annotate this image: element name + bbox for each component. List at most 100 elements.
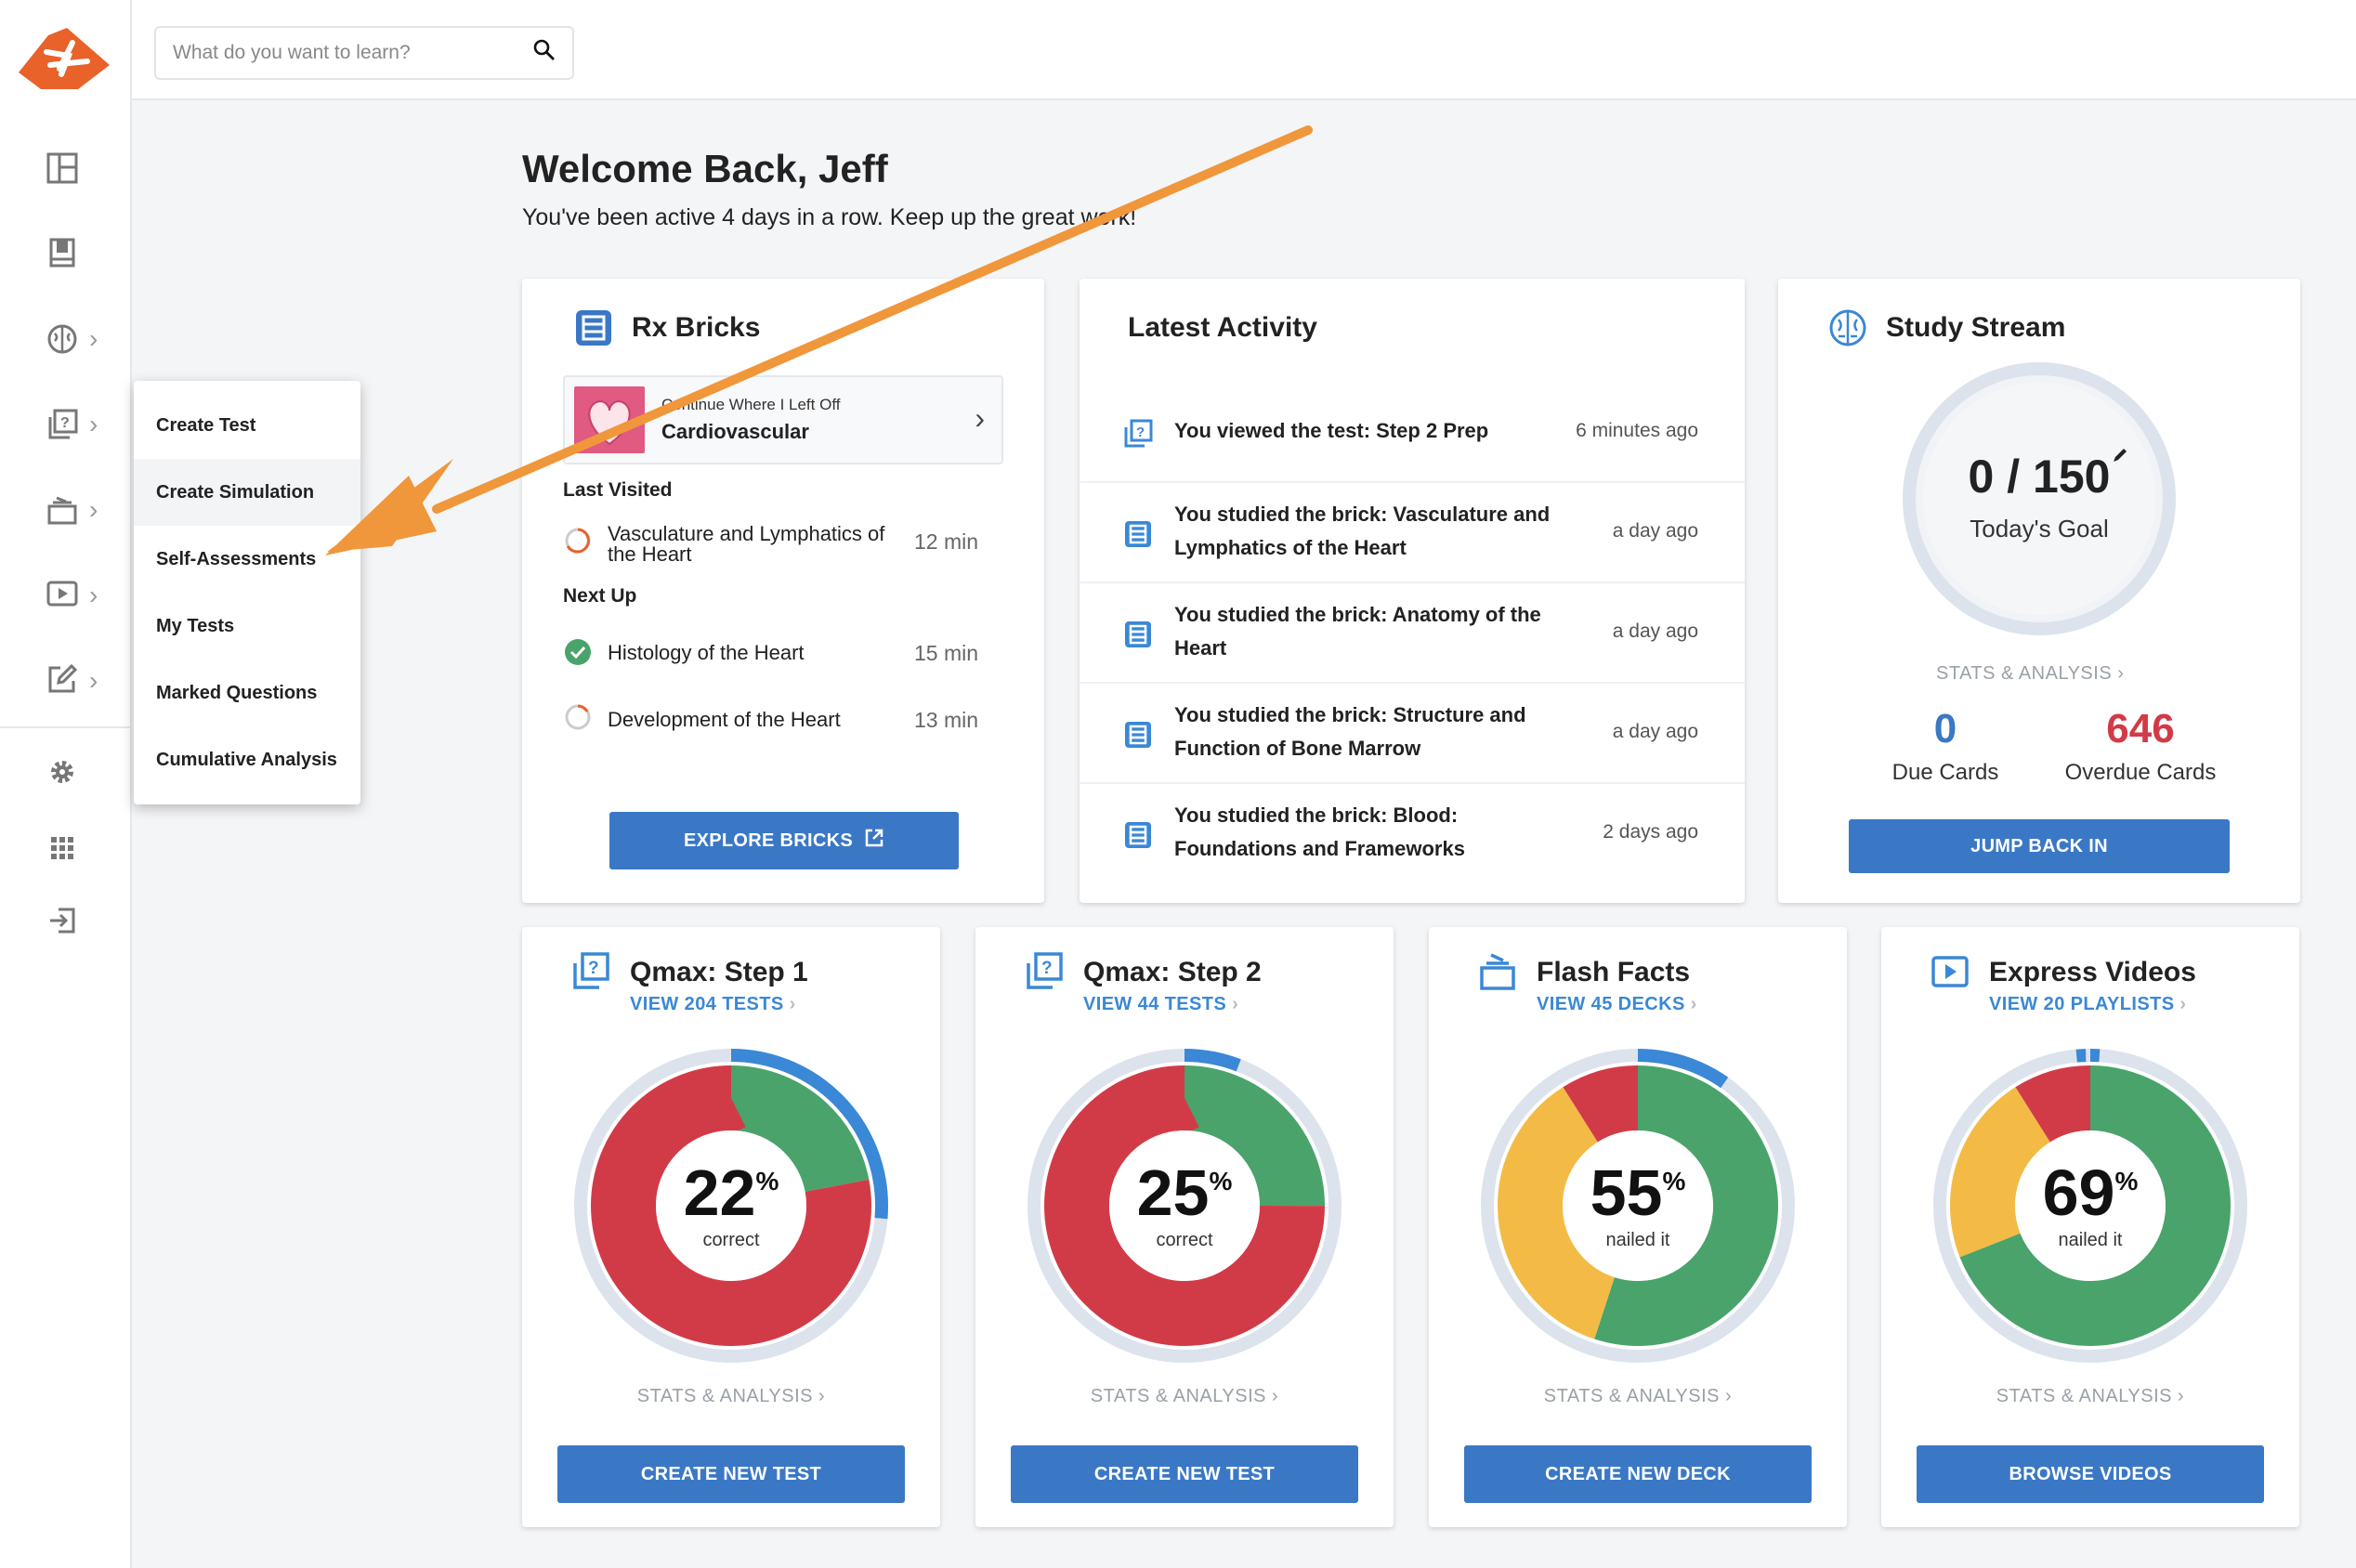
brain-icon[interactable] xyxy=(39,316,85,362)
flashcards-icon[interactable] xyxy=(39,487,85,533)
chevron-right-icon[interactable]: › xyxy=(89,411,108,438)
test-submenu: Create Test Create Simulation Self-Asses… xyxy=(134,381,360,804)
next-item[interactable]: Development of the Heart xyxy=(608,708,841,732)
due-cards-value: 0 xyxy=(1933,706,1957,751)
activity-row[interactable]: You studied the brick: Anatomy of the He… xyxy=(1080,583,1745,684)
next-item[interactable]: Histology of the Heart xyxy=(608,641,805,665)
percent-caption: correct xyxy=(1156,1230,1213,1250)
search-icon[interactable] xyxy=(533,39,556,67)
menu-item-marked-questions[interactable]: Marked Questions xyxy=(134,660,360,726)
percent-caption: nailed it xyxy=(1605,1230,1670,1250)
percent-number: 25 xyxy=(1136,1156,1210,1229)
dashboard-icon[interactable] xyxy=(39,145,85,191)
brick-icon xyxy=(572,307,615,354)
percent-sign: % xyxy=(755,1167,779,1196)
app-logo[interactable] xyxy=(13,19,115,93)
page-title: Welcome Back, Jeff xyxy=(522,147,888,190)
card-action-button[interactable]: CREATE NEW TEST xyxy=(557,1445,905,1503)
due-cards-label: Due Cards xyxy=(1891,760,1999,785)
card-action-button[interactable]: CREATE NEW TEST xyxy=(1011,1445,1358,1503)
chevron-right-icon: › xyxy=(975,401,985,435)
percent-value: 55% xyxy=(1429,1156,1847,1230)
percent-value: 22% xyxy=(522,1156,940,1230)
svg-text:?: ? xyxy=(1136,425,1145,440)
stat-card: ? Qmax: Step 2 VIEW 44 TESTS › 25% corre… xyxy=(975,927,1394,1527)
rx-bricks-card: Rx Bricks Continue Where I Left Off Card… xyxy=(522,279,1044,903)
stats-analysis-link[interactable]: STATS & ANALYSIS › xyxy=(522,1386,940,1407)
last-visited-item[interactable]: Vasculature and Lymphatics of the Heart xyxy=(608,524,905,565)
overdue-cards-value: 646 xyxy=(2106,706,2175,751)
activity-row[interactable]: You studied the brick: Blood: Foundation… xyxy=(1080,784,1745,884)
chevron-right-icon[interactable]: › xyxy=(89,667,108,695)
activity-row[interactable]: ? You viewed the test: Step 2 Prep 6 min… xyxy=(1080,383,1745,483)
chevron-right-icon: › xyxy=(1272,1386,1279,1406)
edit-icon[interactable] xyxy=(39,656,85,702)
next-time: 13 min xyxy=(914,708,979,732)
search-input[interactable]: What do you want to learn? xyxy=(154,26,574,80)
menu-item-create-simulation[interactable]: Create Simulation xyxy=(134,459,360,526)
card-action-button[interactable]: CREATE NEW DECK xyxy=(1464,1445,1812,1503)
activity-text: You studied the brick: Vasculature and L… xyxy=(1174,503,1551,559)
stat-card: Express Videos VIEW 20 PLAYLISTS › 69% n… xyxy=(1881,927,2299,1527)
pencil-icon[interactable] xyxy=(2111,446,2129,469)
goal-value: 0 / 150 xyxy=(1968,451,2111,503)
menu-item-cumulative-analysis[interactable]: Cumulative Analysis xyxy=(134,726,360,793)
progress-partial-icon xyxy=(563,526,593,560)
percent-sign: % xyxy=(1662,1167,1686,1196)
percent-value: 69% xyxy=(1881,1156,2299,1230)
continue-value: Cardiovascular xyxy=(661,420,809,443)
card-title: Latest Activity xyxy=(1128,312,1317,343)
activity-text: You studied the brick: Structure and Fun… xyxy=(1174,703,1526,760)
chevron-right-icon[interactable]: › xyxy=(89,581,108,609)
test-icon: ? xyxy=(1122,418,1154,454)
jump-back-in-button[interactable]: JUMP BACK IN xyxy=(1849,819,2230,873)
stats-analysis-link[interactable]: STATS & ANALYSIS › xyxy=(1936,663,2124,685)
brick-icon xyxy=(1122,518,1154,555)
continue-tile[interactable]: Continue Where I Left Off Cardiovascular… xyxy=(563,375,1003,464)
book-icon[interactable] xyxy=(39,230,85,277)
last-visited-time: 12 min xyxy=(914,529,979,554)
activity-list: ? You viewed the test: Step 2 Prep 6 min… xyxy=(1080,383,1745,903)
explore-bricks-button[interactable]: EXPLORE BRICKS xyxy=(609,812,959,869)
chevron-right-icon[interactable]: › xyxy=(89,496,108,524)
chevron-right-icon: › xyxy=(2117,663,2125,684)
activity-time: a day ago xyxy=(1612,721,1698,742)
stats-label: STATS & ANALYSIS xyxy=(1543,1386,1720,1406)
next-time: 15 min xyxy=(914,641,979,665)
activity-time: 2 days ago xyxy=(1603,821,1698,843)
menu-item-self-assessments[interactable]: Self-Assessments xyxy=(134,526,360,593)
menu-item-my-tests[interactable]: My Tests xyxy=(134,593,360,660)
card-title: Study Stream xyxy=(1886,312,2066,343)
svg-text:?: ? xyxy=(60,415,70,431)
percent-sign: % xyxy=(1209,1167,1233,1196)
stat-card: Flash Facts VIEW 45 DECKS › 55% nailed i… xyxy=(1429,927,1847,1527)
logout-icon[interactable] xyxy=(39,897,85,944)
test-icon[interactable]: ? xyxy=(39,401,85,448)
goal-ring: 0 / 150 Today's Goal xyxy=(1899,359,2179,639)
brick-icon xyxy=(1122,819,1154,856)
brain-icon xyxy=(1826,307,1869,354)
chevron-right-icon[interactable]: › xyxy=(89,325,108,353)
apps-grid-icon[interactable] xyxy=(39,825,85,871)
stats-analysis-link[interactable]: STATS & ANALYSIS › xyxy=(975,1386,1394,1407)
card-action-button[interactable]: BROWSE VIDEOS xyxy=(1917,1445,2264,1503)
activity-time: 6 minutes ago xyxy=(1576,420,1698,441)
activity-text: You studied the brick: Anatomy of the He… xyxy=(1174,603,1541,660)
check-circle-icon xyxy=(563,637,593,672)
search-placeholder: What do you want to learn? xyxy=(173,42,411,63)
stats-label: STATS & ANALYSIS xyxy=(636,1386,813,1406)
chevron-right-icon: › xyxy=(2178,1386,2185,1406)
activity-row[interactable]: You studied the brick: Structure and Fun… xyxy=(1080,684,1745,784)
gear-icon[interactable] xyxy=(39,749,85,795)
stats-analysis-link[interactable]: STATS & ANALYSIS › xyxy=(1881,1386,2299,1407)
percent-number: 69 xyxy=(2042,1156,2115,1229)
continue-label: Continue Where I Left Off xyxy=(661,396,841,413)
activity-time: a day ago xyxy=(1612,621,1698,642)
stats-label: STATS & ANALYSIS xyxy=(1090,1386,1266,1406)
stats-analysis-link[interactable]: STATS & ANALYSIS › xyxy=(1429,1386,1847,1407)
welcome-subtitle: You've been active 4 days in a row. Keep… xyxy=(522,204,1137,230)
latest-activity-card: Latest Activity ? You viewed the test: S… xyxy=(1080,279,1745,903)
menu-item-create-test[interactable]: Create Test xyxy=(134,392,360,459)
activity-row[interactable]: You studied the brick: Vasculature and L… xyxy=(1080,483,1745,583)
video-icon[interactable] xyxy=(39,570,85,617)
